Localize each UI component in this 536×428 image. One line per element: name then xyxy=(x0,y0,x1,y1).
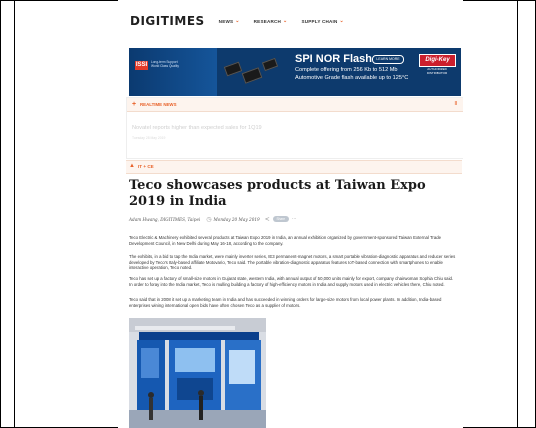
nav-research-label: RESEARCH xyxy=(253,18,282,24)
article-author: Adam Hwang, DIGITIMES, Taipei xyxy=(129,216,201,222)
nav-research[interactable]: RESEARCH ⌄ xyxy=(254,18,288,24)
ad-title: SPI NOR Flash xyxy=(295,53,373,65)
section-tag: ▲ IT + CE xyxy=(126,160,462,174)
share-count-pill[interactable]: Share xyxy=(272,216,289,222)
nav-supply-chain[interactable]: SUPPLY CHAIN ⌄ xyxy=(301,18,344,24)
ad-line-2: Automotive Grade flash available up to 1… xyxy=(295,75,409,81)
site-header: DIGITIMES NEWS ⌄ RESEARCH ⌄ SUPPLY CHAIN ⌄ xyxy=(118,10,463,32)
right-divider xyxy=(517,0,518,428)
nav-news-label: NEWS xyxy=(218,18,234,24)
clock-icon: ◷ xyxy=(206,215,212,223)
expo-booth-photo xyxy=(129,318,266,428)
nav-supply-chain-label: SUPPLY CHAIN xyxy=(301,18,338,24)
article-page: DIGITIMES NEWS ⌄ RESEARCH ⌄ SUPPLY CHAIN ⌄ … xyxy=(118,0,463,428)
nav-news[interactable]: NEWS ⌄ xyxy=(219,18,240,24)
chevron-down-icon: ⌄ xyxy=(235,18,240,24)
ad-learn-more-button[interactable]: LEARN MORE xyxy=(372,55,404,64)
banner-ad[interactable]: ISSI Long-term Support World Class Quali… xyxy=(129,48,461,96)
digikey-logo: Digi-Key xyxy=(419,54,456,67)
ad-distributor: AUTHORIZED DISTRIBUTOR xyxy=(426,67,448,75)
issi-logo: ISSI xyxy=(135,61,148,70)
flash-chip-icon xyxy=(223,61,243,77)
ad-tagline: Long-term Support World Class Quality xyxy=(151,60,179,68)
realtime-date: Tuesday 28 May 2019 xyxy=(132,136,166,140)
ad-line-1: Complete offering from 256 Kb to 512 Mb xyxy=(295,67,398,73)
warning-triangle-icon: ▲ xyxy=(129,163,135,169)
chevron-down-icon: ⌄ xyxy=(283,18,288,24)
article-date: Monday 20 May 2019 xyxy=(213,216,260,222)
article-title: Teco showcases products at Taiwan Expo 2… xyxy=(129,178,426,209)
article-paragraph: The exhibits, in a bid to tap the India … xyxy=(129,254,456,271)
realtime-headline[interactable]: Novatel reports higher than expected sal… xyxy=(132,125,262,131)
site-logo[interactable]: DIGITIMES xyxy=(130,14,205,28)
ad-brand-panel: ISSI Long-term Support World Class Quali… xyxy=(129,48,217,96)
realtime-news-bar: + REALTIME NEWS ‖ xyxy=(127,98,463,112)
section-label[interactable]: IT + CE xyxy=(138,164,154,169)
more-icon[interactable]: ··· xyxy=(292,216,297,222)
main-nav: NEWS ⌄ RESEARCH ⌄ SUPPLY CHAIN ⌄ xyxy=(219,18,358,24)
article-paragraph: Teco Electric & Machinery exhibited seve… xyxy=(129,235,442,246)
share-icon[interactable]: < xyxy=(265,216,270,223)
plus-icon[interactable]: + xyxy=(132,101,136,108)
flash-chip-icon xyxy=(241,67,263,84)
left-divider xyxy=(14,0,15,428)
article-paragraph: Teco has set up a factory of small-size … xyxy=(129,276,454,287)
booth-illustration xyxy=(129,318,266,428)
pause-icon[interactable]: ‖ xyxy=(455,101,458,107)
article-paragraph: Teco said that in 2008 it set up a marke… xyxy=(129,297,442,308)
article-meta: Adam Hwang, DIGITIMES, Taipei ◷ Monday 2… xyxy=(129,214,297,224)
realtime-news-label: REALTIME NEWS xyxy=(140,102,177,107)
chevron-down-icon: ⌄ xyxy=(339,18,344,24)
realtime-news-box: + REALTIME NEWS ‖ Novatel reports higher… xyxy=(126,97,463,159)
flash-chip-icon xyxy=(261,57,279,72)
